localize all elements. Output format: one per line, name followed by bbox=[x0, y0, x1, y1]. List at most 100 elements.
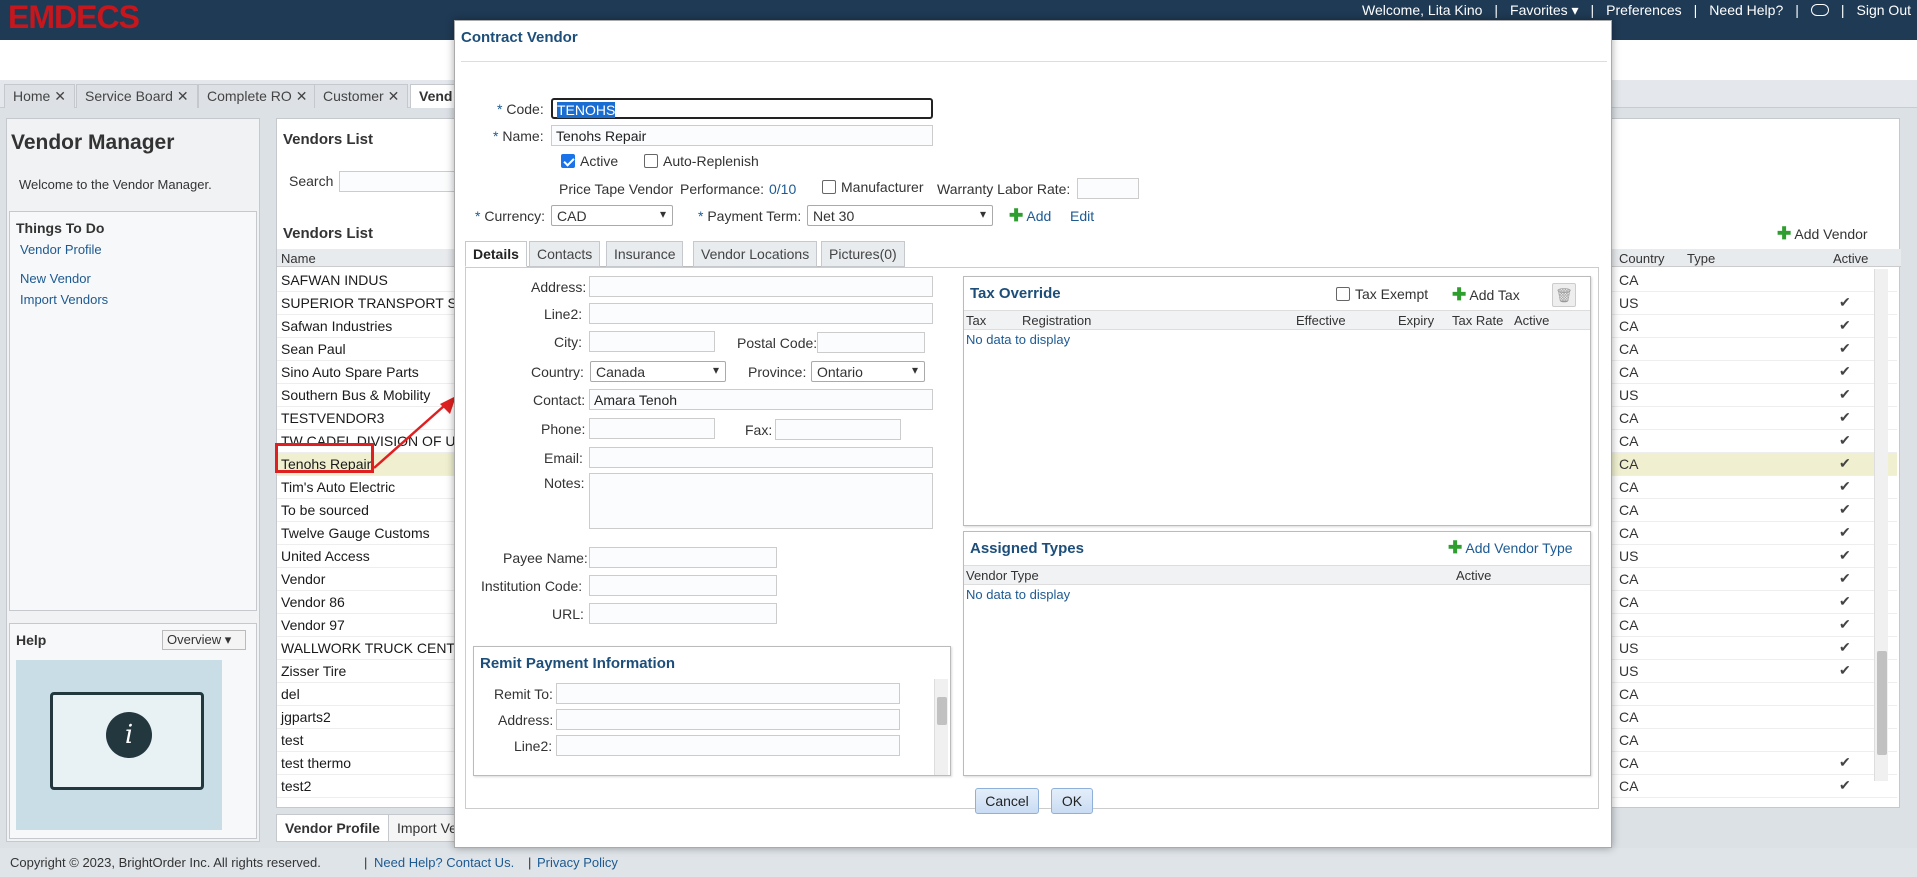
ok-button[interactable]: OK bbox=[1051, 788, 1093, 814]
col-type-active[interactable]: Active bbox=[1456, 568, 1491, 583]
preferences-link[interactable]: Preferences bbox=[1606, 2, 1681, 18]
institution-input[interactable] bbox=[589, 575, 777, 596]
trash-icon[interactable]: 🗑 bbox=[1552, 283, 1576, 307]
grid-scrollbar[interactable] bbox=[1874, 269, 1888, 781]
menu-fleet[interactable]: Fleet ▾ bbox=[216, 46, 272, 68]
menu-home[interactable]: Home bbox=[7, 46, 44, 68]
vendor-country: CA bbox=[1619, 778, 1639, 794]
col-tax-rate[interactable]: Tax Rate bbox=[1452, 313, 1503, 328]
payee-input[interactable] bbox=[589, 547, 777, 568]
menu-parts[interactable]: Parts ▾ bbox=[144, 46, 202, 68]
vendor-country: CA bbox=[1619, 272, 1639, 288]
cancel-button[interactable]: Cancel bbox=[975, 788, 1039, 814]
warranty-label: Warranty Labor Rate: bbox=[937, 181, 1071, 197]
vendor-active: ✔ bbox=[1839, 616, 1851, 632]
address-input[interactable] bbox=[589, 276, 933, 297]
detail-tabs: Details Contacts Insurance Vendor Locati… bbox=[465, 241, 905, 267]
manufacturer-checkbox[interactable]: Manufacturer bbox=[822, 179, 923, 195]
privacy-link[interactable]: Privacy Policy bbox=[537, 855, 618, 870]
menu-financials[interactable]: Financials ▾ bbox=[286, 46, 374, 68]
vendor-country: CA bbox=[1619, 755, 1639, 771]
add-tax-button[interactable]: ✚ Add Tax bbox=[1452, 285, 1520, 305]
address-label: Address: bbox=[531, 279, 587, 295]
postal-input[interactable] bbox=[817, 332, 925, 353]
remit-to-label: Remit To: bbox=[494, 686, 553, 702]
warranty-input[interactable] bbox=[1077, 178, 1139, 199]
chat-icon[interactable] bbox=[1810, 4, 1829, 16]
col-effective[interactable]: Effective bbox=[1296, 313, 1346, 328]
vendor-country: CA bbox=[1619, 479, 1639, 495]
email-input[interactable] bbox=[589, 447, 933, 468]
phone-input[interactable] bbox=[589, 418, 715, 439]
province-select[interactable]: Ontario ▾ bbox=[811, 361, 925, 382]
col-type[interactable]: Type bbox=[1687, 251, 1715, 266]
add-vendor-type-button[interactable]: ✚ Add Vendor Type bbox=[1448, 538, 1573, 558]
col-tax-active[interactable]: Active bbox=[1514, 313, 1549, 328]
vendor-active: ✔ bbox=[1839, 547, 1851, 563]
edit-payterm-link[interactable]: Edit bbox=[1070, 208, 1094, 224]
col-active[interactable]: Active bbox=[1833, 251, 1868, 266]
signout-link[interactable]: Sign Out bbox=[1857, 2, 1911, 18]
add-vendor-button[interactable]: ✚ Add Vendor bbox=[1777, 224, 1868, 244]
fax-input[interactable] bbox=[775, 419, 901, 440]
code-input[interactable]: TENOHS bbox=[551, 98, 933, 119]
vendor-active: ✔ bbox=[1839, 409, 1851, 425]
url-input[interactable] bbox=[589, 603, 777, 624]
tab-service-board[interactable]: Service Board ✕ bbox=[76, 84, 198, 108]
city-label: City: bbox=[554, 334, 582, 350]
performance-value[interactable]: 0/10 bbox=[769, 181, 796, 197]
help-topic-select[interactable]: Overview ▾ bbox=[162, 630, 246, 650]
auto-replenish-checkbox[interactable]: Auto-Replenish bbox=[644, 153, 759, 169]
line2-input[interactable] bbox=[589, 303, 933, 324]
col-vendor-type[interactable]: Vendor Type bbox=[966, 568, 1039, 583]
help-contact-link[interactable]: Need Help? Contact Us. bbox=[374, 855, 514, 870]
vendor-active: ✔ bbox=[1839, 501, 1851, 517]
need-help-link[interactable]: Need Help? bbox=[1709, 2, 1783, 18]
currency-select[interactable]: CAD ▾ bbox=[551, 205, 673, 226]
vendor-country: CA bbox=[1619, 617, 1639, 633]
payterm-select[interactable]: Net 30 ▾ bbox=[807, 205, 993, 226]
tab-contacts[interactable]: Contacts bbox=[529, 241, 601, 267]
col-name[interactable]: Name bbox=[281, 251, 316, 266]
col-expiry[interactable]: Expiry bbox=[1398, 313, 1434, 328]
col-country[interactable]: Country bbox=[1619, 251, 1665, 266]
vendor-active: ✔ bbox=[1839, 340, 1851, 356]
tab-pictures[interactable]: Pictures(0) bbox=[821, 241, 905, 267]
help-video[interactable]: i bbox=[16, 660, 222, 830]
active-checkbox[interactable]: Active bbox=[561, 153, 618, 169]
vendor-country: CA bbox=[1619, 709, 1639, 725]
tab-complete-ro[interactable]: Complete RO ✕ bbox=[198, 84, 317, 108]
remit-to-input[interactable] bbox=[556, 683, 900, 704]
tab-home[interactable]: Home ✕ bbox=[4, 84, 75, 108]
remit-scrollbar[interactable] bbox=[934, 679, 948, 775]
help-box: Help Overview ▾ i bbox=[9, 623, 257, 839]
left-panel: Vendor Manager Welcome to the Vendor Man… bbox=[6, 118, 260, 842]
notes-textarea[interactable] bbox=[589, 473, 933, 529]
remit-address-input[interactable] bbox=[556, 709, 900, 730]
todo-import-vendors[interactable]: Import Vendors bbox=[20, 292, 256, 307]
tab-insurance[interactable]: Insurance bbox=[606, 241, 684, 267]
vendor-active: ✔ bbox=[1839, 524, 1851, 540]
tab-details[interactable]: Details bbox=[465, 241, 527, 267]
vendor-country: US bbox=[1619, 640, 1639, 656]
add-payterm-button[interactable]: ✚ Add bbox=[1009, 206, 1051, 226]
favorites-menu[interactable]: Favorites ▾ bbox=[1510, 2, 1579, 19]
welcome-text: Welcome, Lita Kino bbox=[1362, 2, 1483, 18]
tab-vendor-profile[interactable]: Vendor Profile bbox=[276, 814, 389, 842]
city-input[interactable] bbox=[589, 331, 715, 352]
todo-new-vendor[interactable]: New Vendor bbox=[20, 271, 256, 286]
remit-line2-input[interactable] bbox=[556, 735, 900, 756]
col-tax[interactable]: Tax bbox=[966, 313, 986, 328]
tax-exempt-checkbox[interactable]: Tax Exempt bbox=[1336, 286, 1428, 302]
name-input[interactable]: Tenohs Repair bbox=[551, 125, 933, 146]
vendor-active: ✔ bbox=[1839, 386, 1851, 402]
contact-input[interactable]: Amara Tenoh bbox=[589, 389, 933, 410]
tab-customer[interactable]: Customer ✕ bbox=[314, 84, 409, 108]
col-registration[interactable]: Registration bbox=[1022, 313, 1091, 328]
menu-service[interactable]: Service ▾ bbox=[58, 46, 130, 68]
todo-vendor-profile[interactable]: Vendor Profile bbox=[20, 242, 256, 257]
vendor-country: CA bbox=[1619, 410, 1639, 426]
tab-vendor-locations[interactable]: Vendor Locations bbox=[693, 241, 818, 267]
country-select[interactable]: Canada ▾ bbox=[590, 361, 726, 382]
search-input[interactable] bbox=[339, 171, 459, 192]
